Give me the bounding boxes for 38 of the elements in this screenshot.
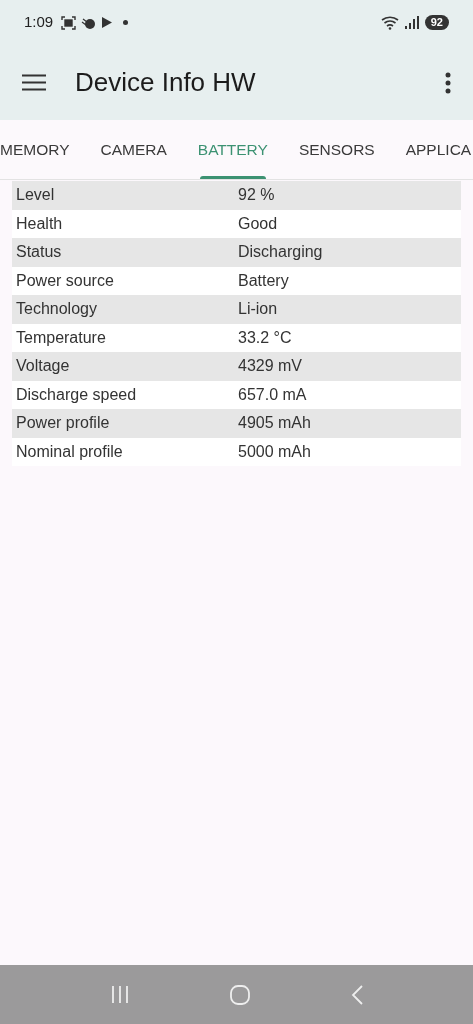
row-value: Battery bbox=[238, 270, 289, 291]
row-label: Nominal profile bbox=[15, 441, 124, 462]
tab[interactable]: BATTERY bbox=[197, 120, 268, 179]
screenshot-icon bbox=[61, 15, 77, 30]
status-time: 1:09 bbox=[24, 12, 54, 33]
row-value: 4329 mV bbox=[238, 356, 303, 377]
row-label: Voltage bbox=[15, 356, 71, 377]
menu-icon[interactable] bbox=[22, 74, 46, 91]
row-label: Temperature bbox=[15, 327, 107, 348]
battery-level: 92 bbox=[424, 15, 449, 30]
back-icon[interactable] bbox=[350, 984, 363, 1005]
dot-icon bbox=[123, 20, 129, 25]
app-title: Device Info HW bbox=[75, 66, 256, 99]
row-label: Level bbox=[15, 185, 56, 206]
row-value: Good bbox=[238, 213, 278, 234]
home-icon[interactable] bbox=[230, 984, 251, 1005]
row-value: Li-ion bbox=[238, 299, 278, 320]
tab[interactable]: CAMERA bbox=[100, 120, 167, 179]
tab[interactable]: SENSORS bbox=[298, 120, 375, 179]
row-label: Power source bbox=[15, 270, 115, 291]
signal-icon bbox=[404, 16, 419, 29]
row-label: Discharge speed bbox=[15, 384, 138, 405]
row-value: 33.2 °C bbox=[238, 327, 292, 348]
row-label: Technology bbox=[15, 299, 98, 320]
row-value: 92 % bbox=[238, 185, 275, 206]
play-icon bbox=[101, 16, 114, 29]
row-value: Discharging bbox=[238, 242, 323, 263]
more-options-icon[interactable] bbox=[445, 71, 451, 94]
row-value: 5000 mAh bbox=[238, 441, 311, 462]
row-label: Health bbox=[15, 213, 64, 234]
row-label: Status bbox=[15, 242, 63, 263]
row-label: Power profile bbox=[15, 413, 111, 434]
row-value: 4905 mAh bbox=[238, 413, 311, 434]
recent-apps-icon[interactable] bbox=[110, 986, 131, 1003]
wifi-icon bbox=[380, 15, 401, 30]
row-value: 657.0 mA bbox=[238, 384, 307, 405]
tab[interactable]: APPLICA bbox=[405, 120, 472, 179]
tab[interactable]: MEMORY bbox=[0, 120, 70, 179]
